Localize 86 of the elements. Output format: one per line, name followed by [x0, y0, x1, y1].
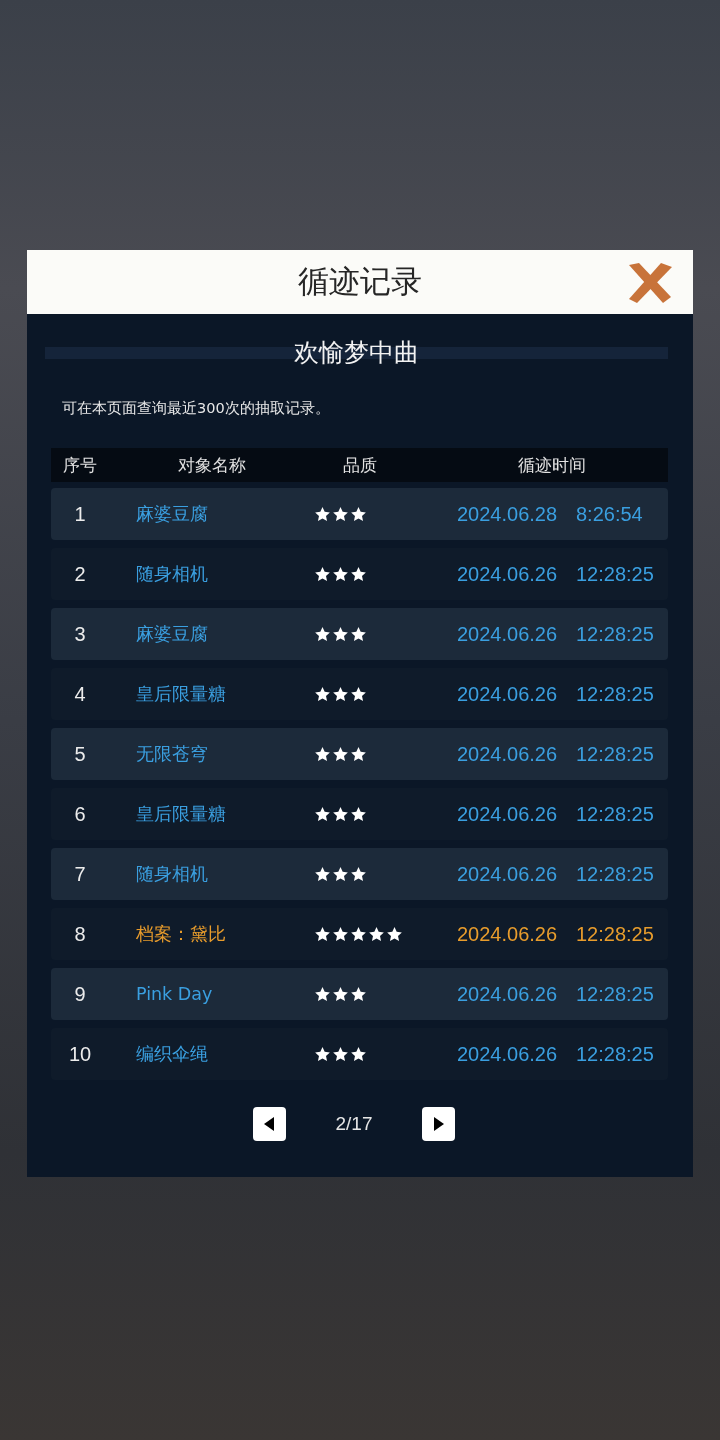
- star-icon: [351, 867, 366, 881]
- next-page-button[interactable]: [422, 1107, 456, 1141]
- star-icon: [315, 507, 330, 521]
- star-icon: [333, 507, 348, 521]
- column-header: 品质: [342, 453, 378, 477]
- star-icon: [315, 1047, 330, 1061]
- record-date: 2024.06.26: [457, 1042, 558, 1065]
- star-icon: [333, 687, 348, 701]
- left-triangle-icon: [264, 1117, 274, 1131]
- previous-page-button[interactable]: [252, 1107, 286, 1141]
- star-icon: [315, 747, 330, 761]
- column-header: 对象名称: [177, 453, 247, 477]
- row-number: 6: [74, 802, 86, 826]
- column-header: 序号: [62, 453, 98, 477]
- item-name: 皇后限量糖: [136, 804, 226, 824]
- star-icon: [351, 687, 366, 701]
- record-time: 12:28:25: [576, 1042, 654, 1065]
- record-date: 2024.06.26: [457, 562, 558, 585]
- row-number: 7: [74, 862, 86, 886]
- star-icon: [333, 927, 348, 941]
- star-icon: [315, 927, 330, 941]
- star-icon: [351, 1047, 366, 1061]
- record-time: 12:28:25: [576, 982, 654, 1005]
- right-triangle-icon: [434, 1117, 444, 1131]
- star-icon: [351, 927, 366, 941]
- close-button[interactable]: [627, 262, 673, 304]
- star-icon: [351, 507, 366, 521]
- record-date: 2024.06.26: [457, 682, 558, 705]
- row-number: 4: [74, 682, 86, 706]
- star-icon: [315, 987, 330, 1001]
- star-icon: [333, 747, 348, 761]
- record-time: 12:28:25: [576, 862, 654, 885]
- star-icon: [351, 567, 366, 581]
- row-number: 2: [74, 562, 86, 586]
- item-name: Pink Day: [136, 984, 213, 1004]
- record-date: 2024.06.26: [457, 982, 558, 1005]
- item-name: 无限苍穹: [136, 744, 208, 764]
- row-number: 9: [74, 982, 86, 1006]
- record-time: 12:28:25: [576, 682, 654, 705]
- dialog-title: 循迹记录: [298, 262, 422, 301]
- record-date: 2024.06.26: [457, 862, 558, 885]
- star-icon: [351, 987, 366, 1001]
- record-time: 12:28:25: [576, 742, 654, 765]
- star-icon: [387, 927, 402, 941]
- record-time: 12:28:25: [576, 562, 654, 585]
- description-text: 可在本页面查询最近300次的抽取记录。: [62, 399, 331, 418]
- star-icon: [333, 867, 348, 881]
- star-icon: [315, 687, 330, 701]
- star-icon: [315, 807, 330, 821]
- row-number: 1: [74, 502, 86, 526]
- star-icon: [351, 627, 366, 641]
- item-name: 编织伞绳: [136, 1044, 208, 1064]
- star-icon: [315, 567, 330, 581]
- row-number: 5: [74, 742, 86, 766]
- item-name: 麻婆豆腐: [136, 504, 208, 524]
- record-time: 12:28:25: [576, 622, 654, 645]
- row-number: 3: [74, 622, 86, 646]
- close-icon: [627, 262, 673, 304]
- record-date: 2024.06.26: [457, 622, 558, 645]
- star-icon: [351, 747, 366, 761]
- star-icon: [351, 807, 366, 821]
- row-number: 8: [74, 922, 86, 946]
- item-name: 档案：黛比: [136, 924, 226, 944]
- star-icon: [369, 927, 384, 941]
- item-name: 随身相机: [136, 864, 208, 884]
- star-icon: [333, 1047, 348, 1061]
- item-name: 皇后限量糖: [136, 684, 226, 704]
- record-date: 2024.06.26: [457, 742, 558, 765]
- star-icon: [315, 867, 330, 881]
- record-date: 2024.06.26: [457, 922, 558, 945]
- star-icon: [333, 987, 348, 1001]
- column-header: 循迹时间: [517, 453, 587, 477]
- star-icon: [315, 627, 330, 641]
- record-time: 12:28:25: [576, 802, 654, 825]
- star-icon: [333, 567, 348, 581]
- item-name: 随身相机: [136, 564, 208, 584]
- record-time: 8:26:54: [576, 502, 643, 525]
- record-date: 2024.06.28: [457, 502, 558, 525]
- star-icon: [333, 627, 348, 641]
- item-name: 麻婆豆腐: [136, 624, 208, 644]
- page-indicator: 2/17: [335, 1113, 373, 1135]
- record-date: 2024.06.26: [457, 802, 558, 825]
- star-icon: [333, 807, 348, 821]
- subtitle: 欢愉梦中曲: [294, 338, 419, 368]
- row-number: 10: [68, 1042, 92, 1066]
- record-time: 12:28:25: [576, 922, 654, 945]
